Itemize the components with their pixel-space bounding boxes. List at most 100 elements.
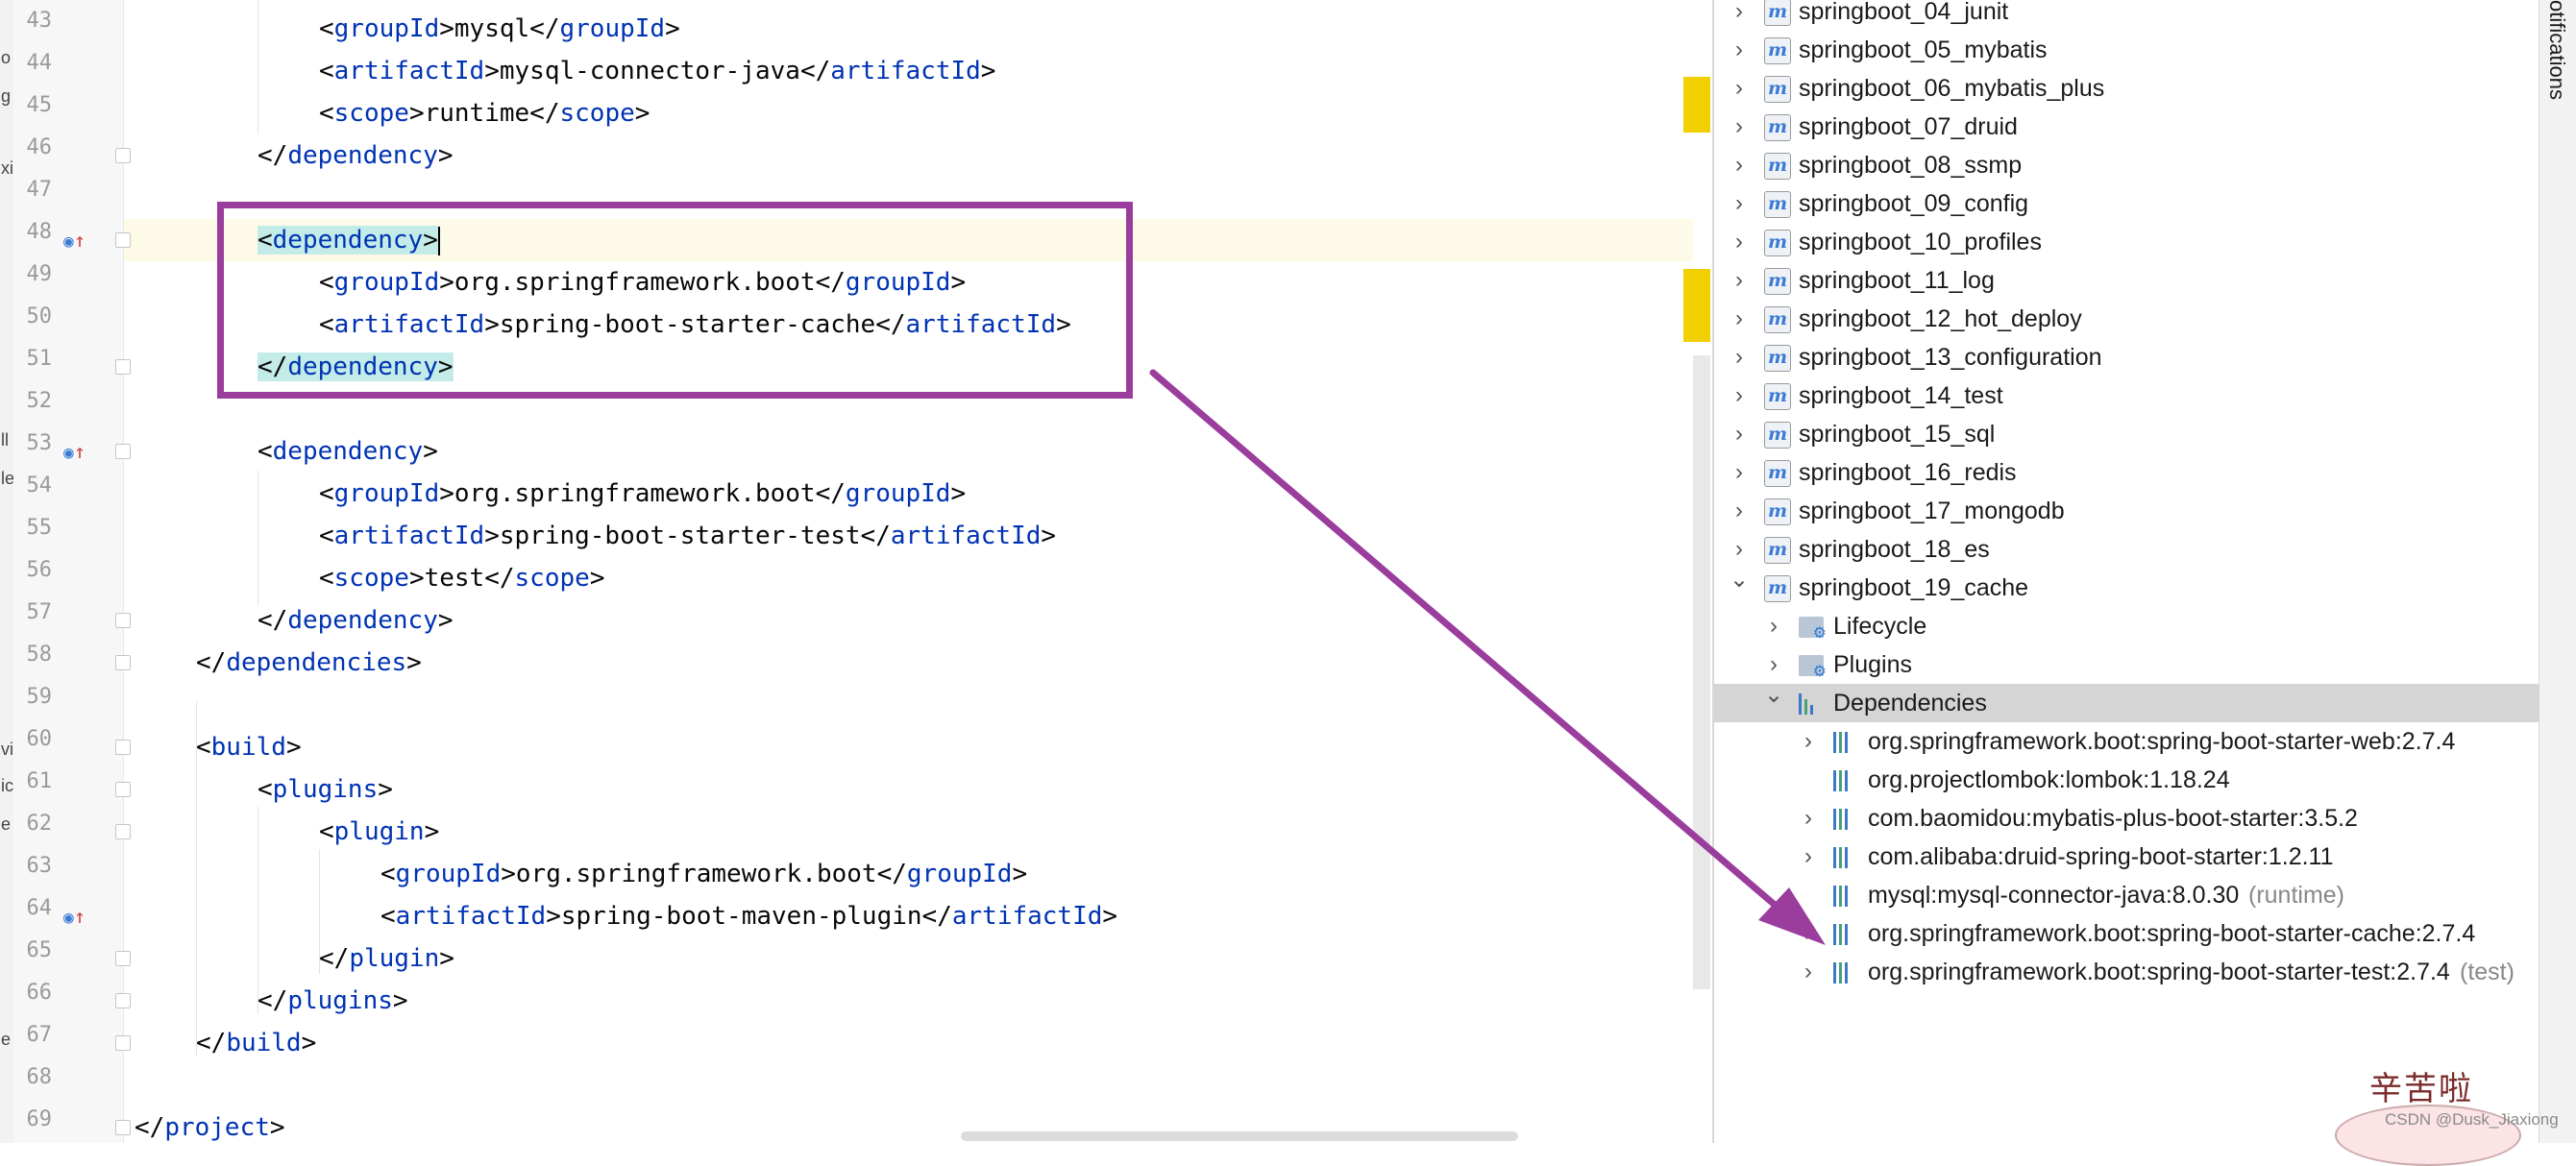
chevron-right-icon[interactable]: › [1730,0,1749,31]
chevron-right-icon[interactable]: › [1730,184,1749,223]
change-marker[interactable] [1683,269,1710,342]
fold-marker-icon[interactable] [115,740,131,755]
fold-marker-icon[interactable] [115,993,131,1008]
maven-module-label: springboot_08_ssmp [1799,152,2023,179]
fold-marker-icon[interactable] [115,359,131,375]
library-icon [1833,845,1854,868]
maven-dependency-item[interactable]: › org.springframework.boot:spring-boot-st… [1714,914,2540,953]
chevron-right-icon[interactable]: › [1799,953,1818,991]
maven-module-item[interactable]: › m springboot_07_druid [1714,108,2540,146]
fold-marker-icon[interactable] [115,655,131,670]
code-line[interactable]: </dependency> [258,134,454,177]
code-line[interactable]: <artifactId>mysql-connector-java</artifa… [319,50,995,92]
fold-marker-icon[interactable] [115,782,131,797]
chevron-right-icon[interactable]: › [1730,338,1749,377]
maven-dependency-item[interactable]: org.projectlombok:lombok:1.18.24 [1714,761,2540,799]
maven-lifecycle-node[interactable]: › ⚙ Lifecycle [1714,607,2540,645]
fold-marker-icon[interactable] [115,444,131,459]
code-line[interactable]: </plugins> [258,980,408,1022]
maven-module-item[interactable]: › m springboot_11_log [1714,261,2540,300]
code-line[interactable]: </project> [135,1106,285,1149]
maven-module-label: springboot_16_redis [1799,459,2017,486]
maven-module-item[interactable]: › m springboot_09_config [1714,184,2540,223]
maven-dependency-label: org.projectlombok:lombok:1.18.24 [1868,766,2230,793]
code-line[interactable]: </plugin> [319,937,454,980]
code-line[interactable]: <groupId>org.springframework.boot</group… [380,853,1027,895]
code-line[interactable]: <artifactId>spring-boot-maven-plugin</ar… [380,895,1117,937]
maven-dependency-item[interactable]: › com.baomidou:mybatis-plus-boot-starter:… [1714,799,2540,838]
maven-module-item[interactable]: › m springboot_12_hot_deploy [1714,300,2540,338]
fold-marker-icon[interactable] [115,232,131,248]
chevron-down-icon[interactable]: ⌄ [1730,561,1749,599]
maven-module-item[interactable]: › m springboot_16_redis [1714,453,2540,492]
maven-tool-window: › m springboot_04_junit › m springboot_05_myb… [1712,0,2540,1143]
change-marker[interactable] [1683,77,1710,133]
chevron-right-icon[interactable]: › [1730,300,1749,338]
maven-module-item[interactable]: › m springboot_15_sql [1714,415,2540,453]
maven-dependency-item[interactable]: mysql:mysql-connector-java:8.0.30 (runtim… [1714,876,2540,914]
code-line[interactable]: </dependencies> [196,642,422,684]
chevron-right-icon[interactable]: › [1799,838,1818,876]
chevron-right-icon[interactable]: › [1730,377,1749,415]
code-line[interactable]: <plugins> [258,768,393,811]
chevron-right-icon[interactable]: › [1730,261,1749,300]
code-line[interactable]: <scope>runtime</scope> [319,92,650,134]
chevron-right-icon[interactable]: › [1730,492,1749,530]
code-line[interactable]: <groupId>mysql</groupId> [319,8,680,50]
code-line[interactable]: <plugin> [319,811,439,853]
maven-module-icon: m [1764,306,1791,333]
chevron-right-icon[interactable]: › [1730,453,1749,492]
chevron-right-icon[interactable]: › [1730,108,1749,146]
chevron-right-icon[interactable]: › [1730,31,1749,69]
chevron-right-icon[interactable]: › [1799,914,1818,953]
maven-module-item[interactable]: › m springboot_10_profiles [1714,223,2540,261]
maven-node-label: Dependencies [1833,690,1987,717]
fold-marker-icon[interactable] [115,1120,131,1135]
editor-horizontal-scrollbar[interactable] [961,1131,1518,1141]
code-line[interactable]: <dependency> [258,430,438,473]
maven-module-icon: m [1764,76,1791,103]
chevron-right-icon[interactable]: › [1799,722,1818,761]
maven-dependency-item[interactable]: › org.springframework.boot:spring-boot-st… [1714,953,2540,991]
code-line[interactable]: <scope>test</scope> [319,557,604,599]
chevron-right-icon[interactable]: › [1730,415,1749,453]
maven-module-item[interactable]: › m springboot_04_junit [1714,0,2540,31]
code-line[interactable]: </build> [196,1022,316,1064]
chevron-right-icon[interactable]: › [1730,69,1749,108]
maven-plugins-node[interactable]: › ⚙ Plugins [1714,645,2540,684]
maven-dependencies-node[interactable]: ⌄ Dependencies [1714,682,2539,722]
line-number: 59 [26,685,53,709]
code-line[interactable]: <build> [196,726,302,768]
maven-module-item[interactable]: › m springboot_05_mybatis [1714,31,2540,69]
notifications-tab[interactable]: otifications [2544,0,2569,100]
chevron-right-icon[interactable]: › [1764,607,1783,645]
maven-goto-icon[interactable]: ◉↑ [63,219,86,263]
chevron-right-icon[interactable]: › [1730,146,1749,184]
plugins-folder-icon: ⚙ [1799,655,1827,680]
maven-module-icon: m [1764,383,1791,410]
chevron-down-icon[interactable]: ⌄ [1764,676,1783,715]
fold-marker-icon[interactable] [115,824,131,839]
maven-module-item[interactable]: ⌄ m springboot_19_cache [1714,567,2540,607]
line-number: 56 [26,558,53,582]
maven-module-item[interactable]: › m springboot_14_test [1714,377,2540,415]
editor-vertical-scrollbar[interactable] [1693,355,1710,989]
maven-dependency-item[interactable]: › com.alibaba:druid-spring-boot-starter:1… [1714,838,2540,876]
fold-marker-icon[interactable] [115,613,131,628]
fold-marker-icon[interactable] [115,951,131,966]
code-line[interactable]: </dependency> [258,599,454,642]
maven-dependency-item[interactable]: › org.springframework.boot:spring-boot-st… [1714,722,2540,761]
maven-module-item[interactable]: › m springboot_08_ssmp [1714,146,2540,184]
maven-goto-icon[interactable]: ◉↑ [63,430,86,474]
fold-marker-icon[interactable] [115,1035,131,1051]
fold-marker-icon[interactable] [115,148,131,163]
maven-goto-icon[interactable]: ◉↑ [63,895,86,939]
chevron-right-icon[interactable]: › [1799,799,1818,838]
maven-module-item[interactable]: › m springboot_17_mongodb [1714,492,2540,530]
maven-module-item[interactable]: › m springboot_06_mybatis_plus [1714,69,2540,108]
code-line[interactable]: <artifactId>spring-boot-starter-test</ar… [319,515,1056,557]
code-line[interactable]: <groupId>org.springframework.boot</group… [319,473,966,515]
chevron-right-icon[interactable]: › [1730,223,1749,261]
maven-module-item[interactable]: › m springboot_18_es [1714,530,2540,569]
maven-module-item[interactable]: › m springboot_13_configuration [1714,338,2540,377]
